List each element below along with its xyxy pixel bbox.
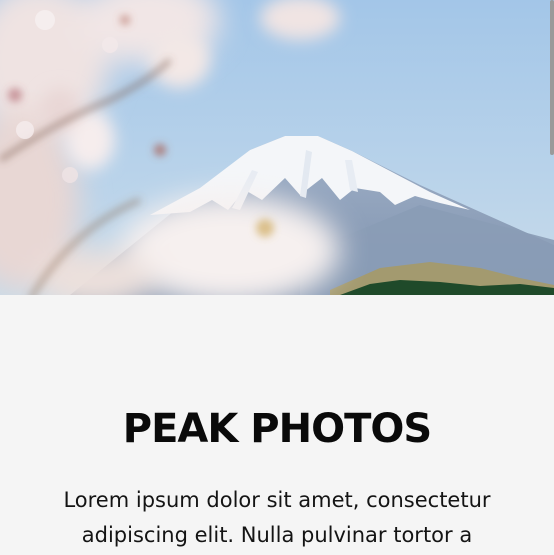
section-title: PEAK PHOTOS — [122, 406, 432, 452]
section-body-text: Lorem ipsum dolor sit amet, consectetur … — [63, 488, 491, 547]
page: PEAK PHOTOS Lorem ipsum dolor sit amet, … — [0, 0, 554, 555]
hero-image — [0, 0, 554, 295]
scrollbar-thumb[interactable] — [550, 0, 554, 155]
content-section: PEAK PHOTOS Lorem ipsum dolor sit amet, … — [0, 295, 554, 555]
